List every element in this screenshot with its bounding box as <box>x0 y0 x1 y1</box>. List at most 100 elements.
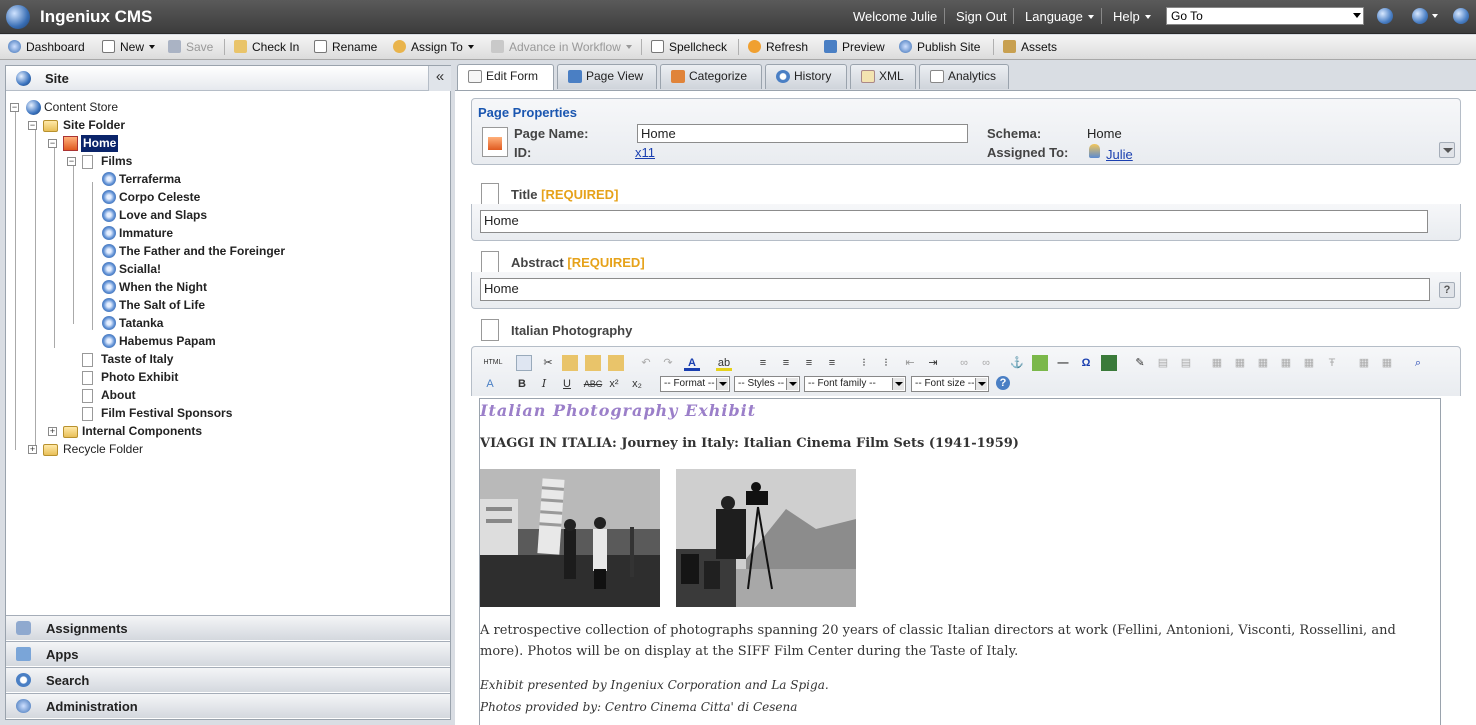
rename-button[interactable]: Rename <box>314 40 377 54</box>
goto-select[interactable]: Go To <box>1166 7 1364 25</box>
paste-icon[interactable] <box>562 355 578 371</box>
advance-workflow-button[interactable]: Advance in Workflow <box>491 40 632 54</box>
tree-item-internal-components[interactable]: + Internal Components <box>6 423 426 440</box>
tree-item-film[interactable]: Scialla! <box>6 261 426 278</box>
unlink-icon[interactable]: ∞ <box>978 355 994 371</box>
outdent-icon[interactable]: ⇤ <box>902 355 918 371</box>
insert-media-icon[interactable] <box>1101 355 1117 371</box>
tree-item-film[interactable]: Habemus Papam <box>6 333 426 350</box>
accordion-assignments[interactable]: Assignments <box>6 615 450 640</box>
bullet-list-icon[interactable]: ⁝ <box>878 355 894 371</box>
preview-button[interactable]: Preview <box>824 40 885 54</box>
table-insert-icon[interactable]: ▦ <box>1301 355 1317 371</box>
assigned-user-link[interactable]: Julie <box>1106 147 1133 162</box>
tree-item-film-festival-sponsors[interactable]: Film Festival Sponsors <box>6 405 426 422</box>
tree-item-film[interactable]: Tatanka <box>6 315 426 332</box>
publish-site-button[interactable]: Publish Site <box>899 40 980 54</box>
indent-icon[interactable]: ⇥ <box>925 355 941 371</box>
horizontal-rule-icon[interactable]: — <box>1055 355 1071 371</box>
collapse-icon[interactable]: − <box>10 103 19 112</box>
spellcheck-icon[interactable]: A <box>482 376 498 392</box>
expand-properties-button[interactable] <box>1439 142 1455 158</box>
tree-item-taste-of-italy[interactable]: Taste of Italy <box>6 351 426 368</box>
table-insert-icon[interactable]: ▦ <box>1278 355 1294 371</box>
insert-image-icon[interactable] <box>1032 355 1048 371</box>
table-cell-icon[interactable]: ▤ <box>1178 355 1194 371</box>
table-insert-icon[interactable]: ▦ <box>1209 355 1225 371</box>
underline-icon[interactable]: U <box>559 376 575 392</box>
strikethrough-icon[interactable]: ABC <box>582 376 604 392</box>
undo-icon[interactable]: ↶ <box>638 355 654 371</box>
help-icon[interactable]: ? <box>996 376 1010 390</box>
tree-item-site-folder[interactable]: − Site Folder <box>6 117 426 134</box>
tab-xml[interactable]: XML <box>850 64 916 89</box>
tree-item-film[interactable]: When the Night <box>6 279 426 296</box>
tab-history[interactable]: History <box>765 64 847 89</box>
table-row-icon[interactable]: ▤ <box>1155 355 1171 371</box>
paste-word-icon[interactable] <box>608 355 624 371</box>
page-id-link[interactable]: x11 <box>635 145 655 160</box>
user-options-icon[interactable] <box>1453 8 1469 24</box>
title-input[interactable]: Home <box>480 210 1428 233</box>
collapse-panel-button[interactable]: « <box>428 66 451 91</box>
align-left-icon[interactable]: ≡ <box>755 355 771 371</box>
collapse-icon[interactable]: − <box>48 139 57 148</box>
help-button[interactable]: ? <box>1439 282 1455 298</box>
table-insert-icon[interactable]: ▦ <box>1255 355 1271 371</box>
italic-icon[interactable]: I <box>536 376 552 392</box>
link-icon[interactable]: ∞ <box>956 355 972 371</box>
spellcheck-button[interactable]: Spellcheck <box>651 40 727 54</box>
tab-categorize[interactable]: Categorize <box>660 64 762 89</box>
table-props-icon[interactable]: ▦ <box>1379 355 1395 371</box>
refresh-globe-icon[interactable] <box>1377 8 1393 24</box>
align-justify-icon[interactable]: ≡ <box>824 355 840 371</box>
numbered-list-icon[interactable]: ⁝ <box>856 355 872 371</box>
collapse-icon[interactable]: − <box>28 121 37 130</box>
paste-text-icon[interactable] <box>585 355 601 371</box>
accordion-apps[interactable]: Apps <box>6 641 450 666</box>
font-color-icon[interactable]: A <box>684 355 700 371</box>
special-char-icon[interactable]: Ω <box>1078 355 1094 371</box>
table-icon[interactable]: ▦ <box>1356 355 1372 371</box>
tree-item-film[interactable]: Corpo Celeste <box>6 189 426 206</box>
check-in-button[interactable]: Check In <box>234 40 299 54</box>
sign-out-link[interactable]: Sign Out <box>956 9 1007 24</box>
redo-icon[interactable]: ↷ <box>660 355 676 371</box>
tree-item-films[interactable]: − Films <box>6 153 426 170</box>
dashboard-button[interactable]: Dashboard <box>8 40 85 54</box>
align-center-icon[interactable]: ≡ <box>778 355 794 371</box>
rich-text-editor[interactable]: Italian Photography Exhibit VIAGGI IN IT… <box>479 398 1441 725</box>
chevron-down-icon[interactable] <box>1432 14 1438 18</box>
tree-item-film[interactable]: Terraferma <box>6 171 426 188</box>
globe-menu-icon[interactable] <box>1412 8 1428 24</box>
font-family-select[interactable]: -- Font family -- <box>804 376 906 392</box>
anchor-icon[interactable]: ⚓ <box>1009 355 1025 371</box>
superscript-icon[interactable]: x² <box>606 376 622 392</box>
tree-item-about[interactable]: About <box>6 387 426 404</box>
tree-item-film[interactable]: Love and Slaps <box>6 207 426 224</box>
tab-analytics[interactable]: Analytics <box>919 64 1009 89</box>
html-source-icon[interactable]: HTML <box>482 355 504 371</box>
table-split-icon[interactable]: Ŧ <box>1324 355 1340 371</box>
highlight-icon[interactable]: ab <box>716 355 732 371</box>
page-name-input[interactable]: Home <box>637 124 968 143</box>
find-icon[interactable]: ⌕ <box>1410 355 1426 371</box>
table-insert-icon[interactable]: ▦ <box>1232 355 1248 371</box>
help-menu[interactable]: Help <box>1113 9 1151 24</box>
font-size-select[interactable]: -- Font size -- <box>911 376 989 392</box>
edit-icon[interactable]: ✎ <box>1132 355 1148 371</box>
bold-icon[interactable]: B <box>514 376 530 392</box>
tree-item-content-store[interactable]: − Content Store <box>6 99 426 116</box>
copy-icon[interactable] <box>516 355 532 371</box>
tree-item-film[interactable]: The Father and the Foreinger <box>6 243 426 260</box>
new-button[interactable]: New <box>102 40 156 54</box>
expand-icon[interactable]: + <box>28 445 37 454</box>
tree-item-film[interactable]: The Salt of Life <box>6 297 426 314</box>
assign-to-button[interactable]: Assign To <box>393 40 474 54</box>
format-select[interactable]: -- Format -- <box>660 376 730 392</box>
save-button[interactable]: Save <box>168 40 213 54</box>
tab-edit-form[interactable]: Edit Form <box>457 64 554 91</box>
tab-page-view[interactable]: Page View <box>557 64 657 89</box>
tree-item-film[interactable]: Immature <box>6 225 426 242</box>
align-right-icon[interactable]: ≡ <box>801 355 817 371</box>
